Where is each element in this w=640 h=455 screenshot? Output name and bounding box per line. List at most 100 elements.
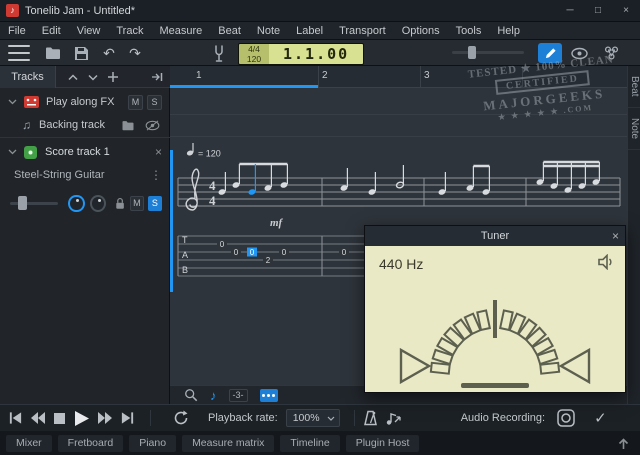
divider <box>150 410 151 426</box>
gain-knob[interactable] <box>90 195 106 212</box>
tab-view-icon[interactable] <box>260 389 278 402</box>
tab-number[interactable]: 2 <box>266 256 271 265</box>
menu-tools[interactable]: Tools <box>448 24 490 38</box>
check-icon[interactable]: ✓ <box>594 409 607 427</box>
skip-to-end-icon[interactable] <box>120 411 135 425</box>
tab-number[interactable]: 0 <box>220 240 225 249</box>
play-icon[interactable] <box>73 410 90 427</box>
tracks-tab[interactable]: Tracks <box>0 66 56 88</box>
zoom-icon[interactable] <box>184 388 198 402</box>
side-tab-beat[interactable]: Beat <box>628 66 640 108</box>
expand-chevron-icon[interactable] <box>8 99 17 105</box>
volume-fader[interactable] <box>10 202 58 205</box>
record-icon[interactable] <box>557 409 575 427</box>
move-track-up-icon[interactable] <box>64 69 82 85</box>
menu-options[interactable]: Options <box>394 24 448 38</box>
solo-button[interactable]: S <box>148 196 162 211</box>
close-track-icon[interactable]: × <box>155 145 162 159</box>
tuner-titlebar[interactable]: Tuner × <box>365 226 625 246</box>
zoom-slider-handle[interactable] <box>468 46 476 59</box>
note-mode-icon[interactable]: ♪ <box>210 388 217 403</box>
edit-mode-button[interactable] <box>538 43 562 63</box>
expand-up-icon[interactable] <box>617 437 630 450</box>
tracks-panel-header: Tracks <box>0 66 170 88</box>
open-file-icon[interactable] <box>44 45 62 61</box>
expand-chevron-icon[interactable] <box>8 149 17 155</box>
window-controls: ─ □ × <box>556 0 640 22</box>
tune-level-bar <box>461 383 529 388</box>
track-row-backing-track[interactable]: ♫ Backing track <box>0 114 170 136</box>
statusbar-timeline[interactable]: Timeline <box>280 435 339 452</box>
menu-help[interactable]: Help <box>489 24 528 38</box>
titlebar: ♪ Tonelib Jam - Untitled* ─ □ × <box>0 0 640 22</box>
statusbar-fretboard[interactable]: Fretboard <box>58 435 124 452</box>
fast-forward-icon[interactable] <box>97 411 113 425</box>
tab-letter: T <box>182 235 188 245</box>
skip-to-start-icon[interactable] <box>8 411 23 425</box>
track-row-play-along-fx[interactable]: Play along FX M S <box>0 90 170 114</box>
track-row-score-track[interactable]: Score track 1 × <box>0 140 170 164</box>
menu-label[interactable]: Label <box>288 24 331 38</box>
tab-number[interactable]: 0 <box>250 248 255 257</box>
menu-track[interactable]: Track <box>108 24 151 38</box>
tuner-close-icon[interactable]: × <box>612 226 619 246</box>
tab-number[interactable]: 0 <box>342 248 347 257</box>
playback-rate-select[interactable]: 100% <box>286 409 340 427</box>
menu-beat[interactable]: Beat <box>210 24 249 38</box>
measure-number[interactable]: 2 <box>322 70 328 81</box>
menu-note[interactable]: Note <box>249 24 288 38</box>
maximize-button[interactable]: □ <box>584 0 612 22</box>
rewind-icon[interactable] <box>30 411 46 425</box>
menu-file[interactable]: File <box>0 24 34 38</box>
close-button[interactable]: × <box>612 0 640 22</box>
main-toolbar: ↶ ↷ 4/4 120 1.1.00 <box>0 40 640 66</box>
minimize-button[interactable]: ─ <box>556 0 584 22</box>
hamburger-menu-icon[interactable] <box>8 45 30 61</box>
tuning-fork-icon[interactable] <box>210 45 228 61</box>
mute-button[interactable]: M <box>128 95 143 110</box>
volume-fader-handle[interactable] <box>18 196 27 210</box>
tempo-trainer-icon[interactable] <box>385 410 402 426</box>
statusbar-piano[interactable]: Piano <box>129 435 176 452</box>
lock-icon[interactable] <box>114 196 126 211</box>
mute-button[interactable]: M <box>130 196 144 211</box>
add-track-icon[interactable] <box>104 69 122 85</box>
undo-icon[interactable]: ↶ <box>100 45 118 61</box>
statusbar-measure-matrix[interactable]: Measure matrix <box>182 435 274 452</box>
tempo-value: = 120 <box>198 149 221 159</box>
view-mode-icon[interactable] <box>570 45 588 61</box>
stop-icon[interactable] <box>53 412 66 425</box>
loop-icon[interactable] <box>173 410 189 426</box>
active-track-accent <box>170 150 173 292</box>
measure-number[interactable]: 1 <box>196 70 202 81</box>
measure-number[interactable]: 3 <box>424 70 430 81</box>
visibility-icon[interactable] <box>145 120 160 131</box>
tab-number[interactable]: 0 <box>234 248 239 257</box>
side-tab-note[interactable]: Note <box>628 108 640 150</box>
solo-button[interactable]: S <box>147 95 162 110</box>
app-logo-icon: ♪ <box>6 4 19 17</box>
chord-library-icon[interactable] <box>602 45 620 61</box>
instrument-row[interactable]: Steel-String Guitar ⋮ <box>0 164 170 186</box>
load-file-icon[interactable] <box>121 120 135 131</box>
tuner-title: Tuner <box>481 230 509 242</box>
menu-view[interactable]: View <box>69 24 109 38</box>
track-options-icon[interactable]: ⋮ <box>150 168 162 182</box>
statusbar-plugin-host[interactable]: Plugin Host <box>346 435 420 452</box>
pan-knob[interactable] <box>68 195 84 212</box>
statusbar-mixer[interactable]: Mixer <box>6 435 52 452</box>
menu-edit[interactable]: Edit <box>34 24 69 38</box>
redo-icon[interactable]: ↷ <box>126 45 144 61</box>
time-sig-top: 4 <box>209 178 216 193</box>
tab-number[interactable]: 0 <box>282 248 287 257</box>
menu-transport[interactable]: Transport <box>331 24 394 38</box>
menu-measure[interactable]: Measure <box>151 24 210 38</box>
gauge-segment <box>444 328 463 347</box>
zoom-slider[interactable] <box>452 51 524 54</box>
triplet-icon[interactable]: -3- <box>229 389 248 402</box>
collapse-panel-icon[interactable] <box>148 69 166 85</box>
save-icon[interactable] <box>72 45 90 61</box>
move-track-down-icon[interactable] <box>84 69 102 85</box>
tuner-dialog[interactable]: Tuner × 440 Hz <box>364 225 626 393</box>
metronome-icon[interactable] <box>363 410 378 426</box>
